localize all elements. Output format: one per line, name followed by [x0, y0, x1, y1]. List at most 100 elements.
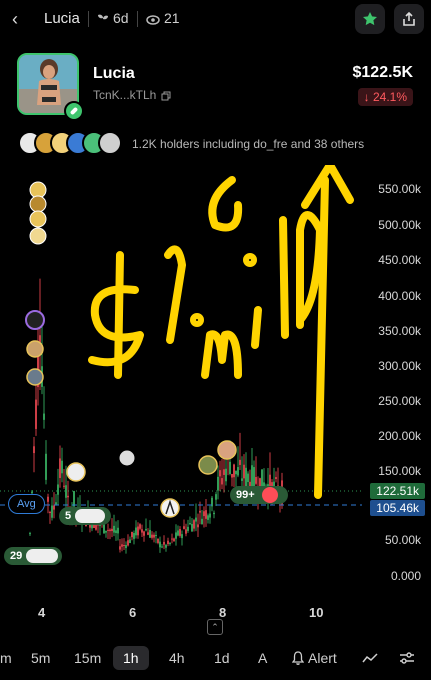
x-tick: 4	[38, 605, 46, 620]
timeframe-1d[interactable]: 1d	[214, 650, 230, 666]
line-chart-icon[interactable]	[362, 652, 378, 664]
trades-count: 29	[10, 550, 23, 562]
trader-avatars-icon	[75, 509, 105, 523]
trades-count: 99+	[236, 489, 255, 501]
back-arrow-icon[interactable]: ‹	[12, 9, 30, 29]
candle-body	[129, 539, 131, 543]
trades-bubble[interactable]: 5	[59, 507, 111, 525]
timeframe-1m[interactable]: m	[0, 650, 12, 666]
copy-icon[interactable]	[161, 91, 171, 101]
candle-body	[191, 523, 193, 532]
candle-body	[111, 528, 113, 532]
candle-body	[167, 540, 169, 545]
candle-body	[157, 538, 159, 543]
candle-body	[115, 530, 117, 534]
candle-body	[107, 529, 109, 531]
trades-bubble[interactable]: 29	[4, 547, 62, 565]
x-tick: 10	[309, 605, 324, 620]
candle-body	[189, 523, 191, 525]
holders-summary[interactable]: 1.2K holders including do_fre and 38 oth…	[132, 137, 364, 151]
candle-body	[175, 532, 177, 539]
page-title: Lucia	[44, 10, 80, 27]
current-price-tag: 122.51k	[370, 483, 425, 499]
candle-body	[121, 544, 123, 547]
timeframe-4h[interactable]: 4h	[169, 650, 185, 666]
candle-body	[105, 530, 107, 533]
timeframe-1h[interactable]: 1h	[113, 646, 149, 670]
age-value: 6d	[113, 10, 129, 26]
candle-body	[143, 531, 145, 536]
timeframe-15m[interactable]: 15m	[74, 650, 101, 666]
candle-body	[131, 532, 133, 538]
token-address-text: TcnK...kTLh	[93, 88, 157, 102]
expand-chevron-icon[interactable]: ⌃	[207, 619, 223, 635]
candle-body	[117, 527, 119, 534]
candle-body	[223, 469, 225, 475]
timeframe-bar: m 5m 15m 1h 4h 1d A Alert	[0, 642, 431, 674]
token-price: $122.5K	[352, 64, 414, 81]
candle-body	[253, 467, 255, 488]
token-name: Lucia	[93, 65, 135, 82]
eye-icon	[146, 15, 160, 25]
candle-body	[137, 526, 139, 536]
candle-body	[179, 528, 181, 536]
candle-body	[33, 446, 35, 454]
candle-body	[241, 478, 243, 481]
candle-body	[45, 453, 47, 480]
candle-body	[209, 513, 211, 518]
candle-body	[239, 459, 241, 465]
alert-button[interactable]: Alert	[291, 650, 337, 666]
trade-toggle-icon	[262, 487, 278, 503]
candle-body	[237, 467, 239, 476]
y-tick: 200.00k	[378, 429, 421, 443]
candle-body	[113, 525, 115, 533]
x-tick: 8	[219, 605, 227, 620]
watchlist-star-button[interactable]	[355, 4, 385, 34]
candle-body	[73, 491, 75, 507]
candle-body	[195, 517, 197, 522]
candle-body	[243, 464, 245, 479]
candle-body	[275, 477, 277, 480]
candle-body	[47, 496, 49, 502]
y-tick: 0.000	[390, 569, 421, 583]
candle-body	[67, 495, 69, 498]
candle-body	[185, 529, 187, 534]
views-meta: 21	[146, 10, 180, 26]
y-tick: 500.00k	[378, 218, 421, 232]
candle-body	[169, 543, 171, 545]
trades-bubble[interactable]: 99+	[230, 486, 288, 504]
bell-icon	[291, 651, 305, 665]
age-meta: 6d	[97, 10, 129, 26]
x-tick: 6	[129, 605, 137, 620]
share-button[interactable]	[394, 4, 424, 34]
token-address[interactable]: TcnK...kTLh	[93, 88, 171, 102]
settings-sliders-icon[interactable]	[399, 651, 415, 665]
candle-body	[127, 540, 129, 546]
pill-badge-icon	[64, 101, 84, 121]
y-tick: 450.00k	[378, 253, 421, 267]
candle-body	[61, 460, 63, 474]
candle-body	[43, 413, 45, 420]
candle-body	[63, 485, 65, 487]
candle-body	[57, 484, 59, 495]
timeframe-all[interactable]: A	[258, 650, 267, 666]
y-tick: 550.00k	[378, 182, 421, 196]
avg-label: Avg	[8, 494, 45, 514]
candle-body	[141, 529, 143, 533]
divider	[137, 11, 138, 27]
candle-body	[139, 524, 141, 529]
top-bar: ‹ Lucia 6d 21	[0, 0, 431, 40]
candle-body	[145, 529, 147, 531]
candle-body	[255, 477, 257, 484]
candle-body	[203, 511, 205, 517]
candle-body	[183, 526, 185, 529]
divider	[88, 11, 89, 27]
sprout-icon	[98, 14, 108, 24]
candle-body	[51, 505, 53, 518]
candle-body	[231, 473, 233, 478]
candle-body	[65, 485, 67, 498]
price-change-badge: ↓ 24.1%	[357, 88, 413, 106]
timeframe-5m[interactable]: 5m	[31, 650, 50, 666]
candle-body	[155, 534, 157, 536]
price-chart[interactable]	[0, 165, 431, 620]
